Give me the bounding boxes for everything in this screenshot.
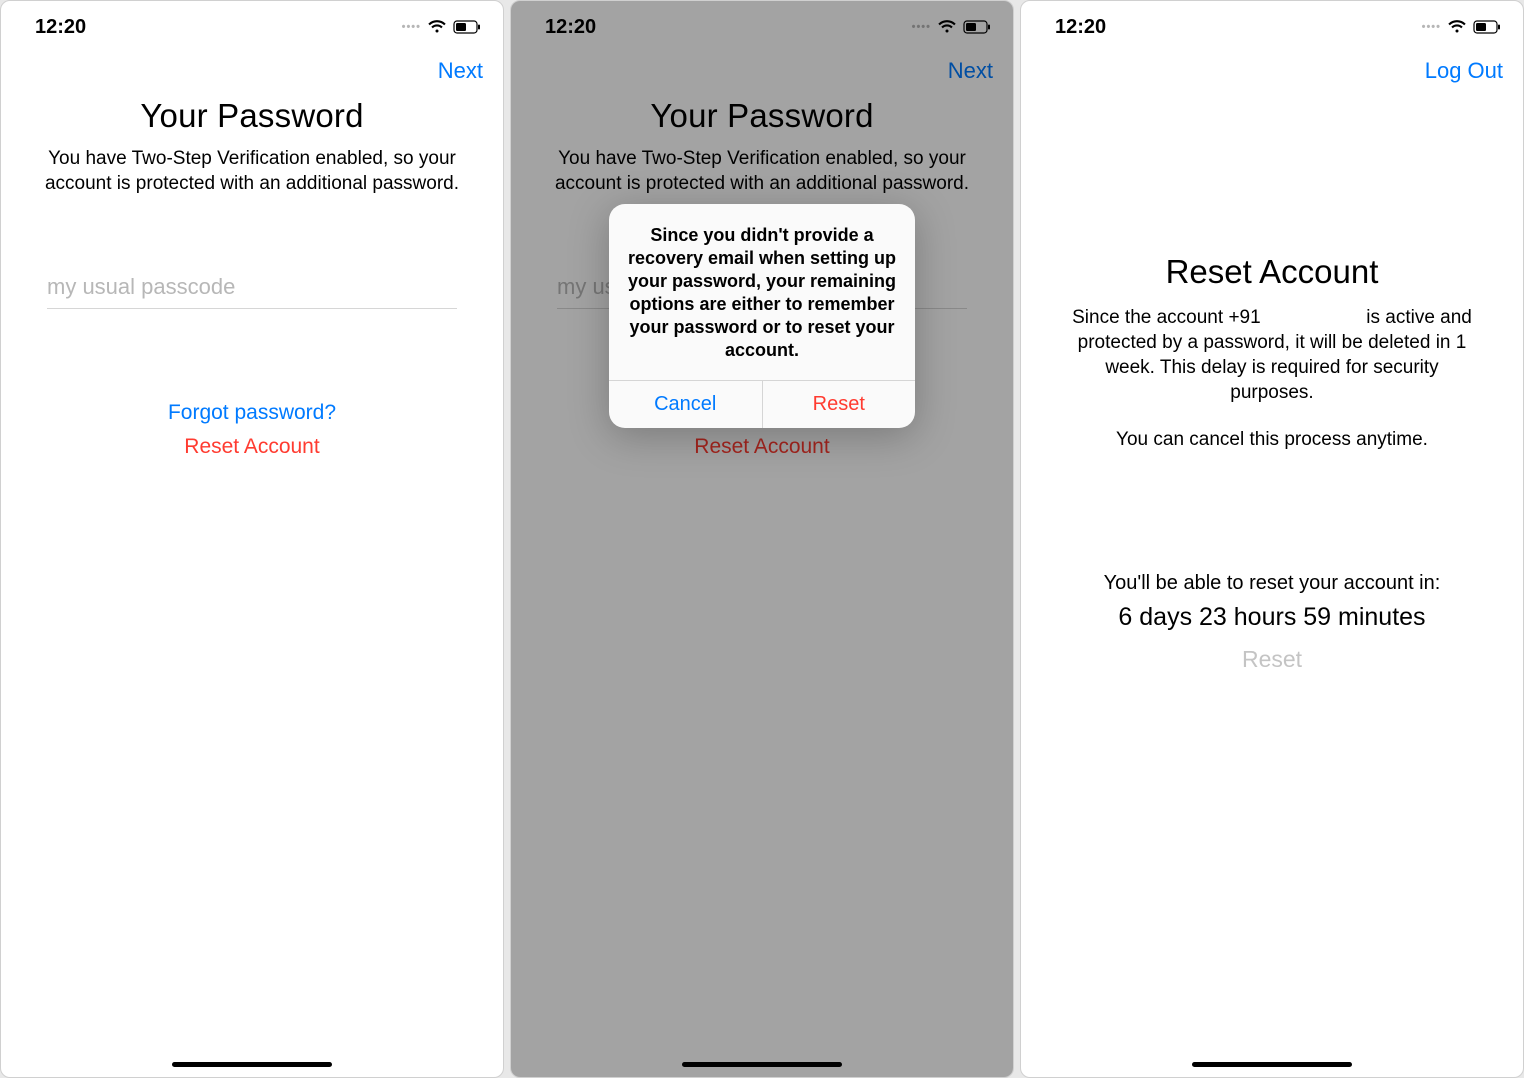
screen-3: 12:20 •••• Log Out Reset Account Since t… — [1020, 0, 1524, 1078]
modal-dimmer[interactable] — [511, 1, 1013, 1077]
status-time: 12:20 — [1055, 16, 1106, 39]
reset-account-link[interactable]: Reset Account — [184, 435, 319, 459]
countdown-value: 6 days 23 hours 59 minutes — [1045, 603, 1499, 632]
para-prefix: Since the account — [1072, 307, 1228, 328]
content-area: Your Password You have Two-Step Verifica… — [1, 93, 503, 1077]
screen-1: 12:20 •••• Next Your Password You have T… — [0, 0, 504, 1078]
alert-reset-button[interactable]: Reset — [762, 381, 916, 428]
wifi-icon — [1447, 20, 1467, 34]
nav-bar: Next — [1, 45, 503, 93]
account-phone: +91 — [1228, 307, 1260, 328]
logout-button[interactable]: Log Out — [1425, 53, 1503, 89]
battery-icon — [1473, 20, 1501, 34]
home-indicator[interactable] — [1192, 1062, 1352, 1067]
status-right: •••• — [402, 20, 481, 34]
status-bar: 12:20 •••• — [1021, 1, 1523, 45]
next-button[interactable]: Next — [438, 53, 483, 89]
cancel-note: You can cancel this process anytime. — [1045, 427, 1499, 452]
status-right: •••• — [1422, 20, 1501, 34]
alert-buttons: Cancel Reset — [609, 380, 915, 428]
alert-cancel-button[interactable]: Cancel — [609, 381, 762, 428]
page-subtitle: You have Two-Step Verification enabled, … — [25, 147, 479, 196]
cellular-dots-icon: •••• — [402, 21, 421, 33]
page-title: Your Password — [25, 97, 479, 135]
screen-2: 12:20 •••• Next Your Password You have T… — [510, 0, 1014, 1078]
home-indicator[interactable] — [172, 1062, 332, 1067]
nav-bar: Log Out — [1021, 45, 1523, 93]
alert-message: Since you didn't provide a recovery emai… — [609, 204, 915, 380]
screens-row: 12:20 •••• Next Your Password You have T… — [0, 0, 1524, 1078]
password-input[interactable] — [47, 266, 457, 309]
password-input-wrap — [47, 266, 457, 309]
wifi-icon — [427, 20, 447, 34]
status-bar: 12:20 •••• — [1, 1, 503, 45]
link-stack: Forgot password? Reset Account — [25, 401, 479, 459]
content-area: Reset Account Since the account +91 is a… — [1021, 93, 1523, 1077]
alert-dialog: Since you didn't provide a recovery emai… — [609, 204, 915, 428]
status-time: 12:20 — [35, 16, 86, 39]
forgot-password-link[interactable]: Forgot password? — [168, 401, 336, 425]
cellular-dots-icon: •••• — [1422, 21, 1441, 33]
reset-button-disabled: Reset — [1242, 646, 1302, 673]
page-title: Reset Account — [1045, 253, 1499, 291]
countdown-label: You'll be able to reset your account in: — [1045, 572, 1499, 595]
reset-explanation: Since the account +91 is active and prot… — [1045, 305, 1499, 405]
battery-icon — [453, 20, 481, 34]
